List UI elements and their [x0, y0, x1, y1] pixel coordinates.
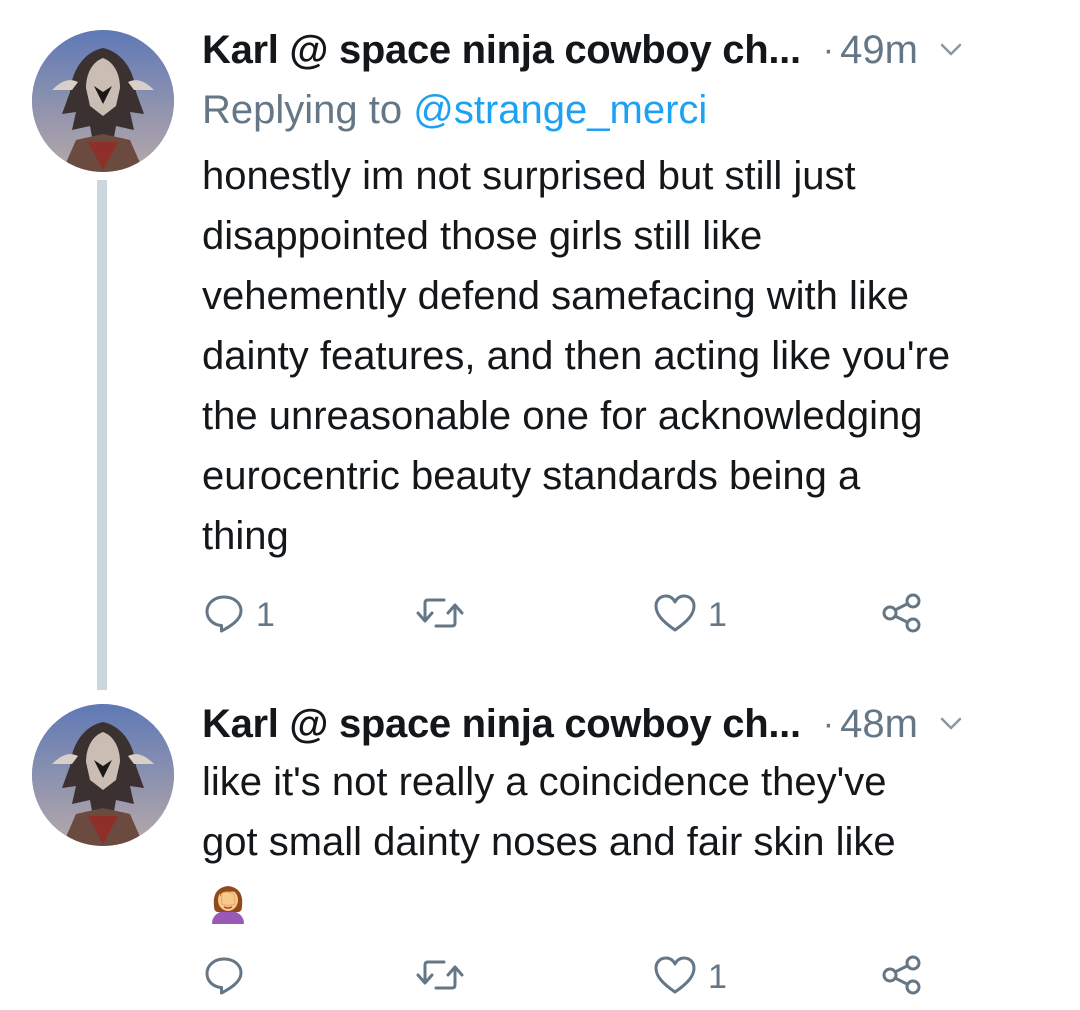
- avatar[interactable]: [32, 704, 174, 846]
- tweet-text: honestly im not surprised but still just…: [202, 154, 951, 558]
- reply-button[interactable]: [202, 952, 256, 1002]
- facepalm-emoji-icon: [206, 880, 250, 924]
- tweet-header: Karl @ space ninja cowboy ch... · 48m: [202, 694, 1060, 754]
- like-icon: [652, 953, 698, 1002]
- reply-count: 1: [256, 595, 275, 634]
- author-name[interactable]: Karl @ space ninja cowboy ch...: [202, 702, 801, 747]
- like-icon: [652, 591, 698, 640]
- reply-icon: [202, 591, 246, 640]
- retweet-button[interactable]: [414, 952, 476, 1002]
- share-icon: [880, 953, 924, 1002]
- tweet-actions: 1: [202, 952, 962, 1002]
- reply-handle-link[interactable]: @strange_merci: [413, 88, 707, 132]
- separator-dot: ·: [822, 704, 835, 743]
- like-button[interactable]: 1: [652, 952, 727, 1002]
- like-button[interactable]: 1: [652, 590, 727, 640]
- share-button[interactable]: [880, 590, 924, 640]
- chevron-down-icon[interactable]: [940, 43, 962, 62]
- separator-dot: ·: [822, 30, 835, 69]
- thread-line: [97, 180, 107, 690]
- tweet[interactable]: Karl @ space ninja cowboy ch... · 48m li…: [0, 690, 1080, 1010]
- replying-to: Replying to @strange_merci: [202, 88, 707, 133]
- avatar[interactable]: [32, 30, 174, 172]
- reply-button[interactable]: 1: [202, 590, 275, 640]
- chevron-down-icon[interactable]: [940, 717, 962, 736]
- share-button[interactable]: [880, 952, 924, 1002]
- share-icon: [880, 591, 924, 640]
- reply-icon: [202, 953, 246, 1002]
- timestamp[interactable]: 49m: [840, 28, 918, 73]
- author-name[interactable]: Karl @ space ninja cowboy ch...: [202, 28, 801, 73]
- tweet[interactable]: Karl @ space ninja cowboy ch... · 49m Re…: [0, 0, 1080, 690]
- retweet-icon: [414, 591, 466, 640]
- timestamp[interactable]: 48m: [840, 702, 918, 747]
- replying-prefix: Replying to: [202, 88, 403, 132]
- tweet-text: like it's not really a coincidence they'…: [202, 760, 896, 864]
- tweet-actions: 1 1: [202, 590, 962, 640]
- retweet-icon: [414, 953, 466, 1002]
- like-count: 1: [708, 957, 727, 996]
- like-count: 1: [708, 595, 727, 634]
- tweet-header: Karl @ space ninja cowboy ch... · 49m: [202, 20, 1060, 80]
- retweet-button[interactable]: [414, 590, 476, 640]
